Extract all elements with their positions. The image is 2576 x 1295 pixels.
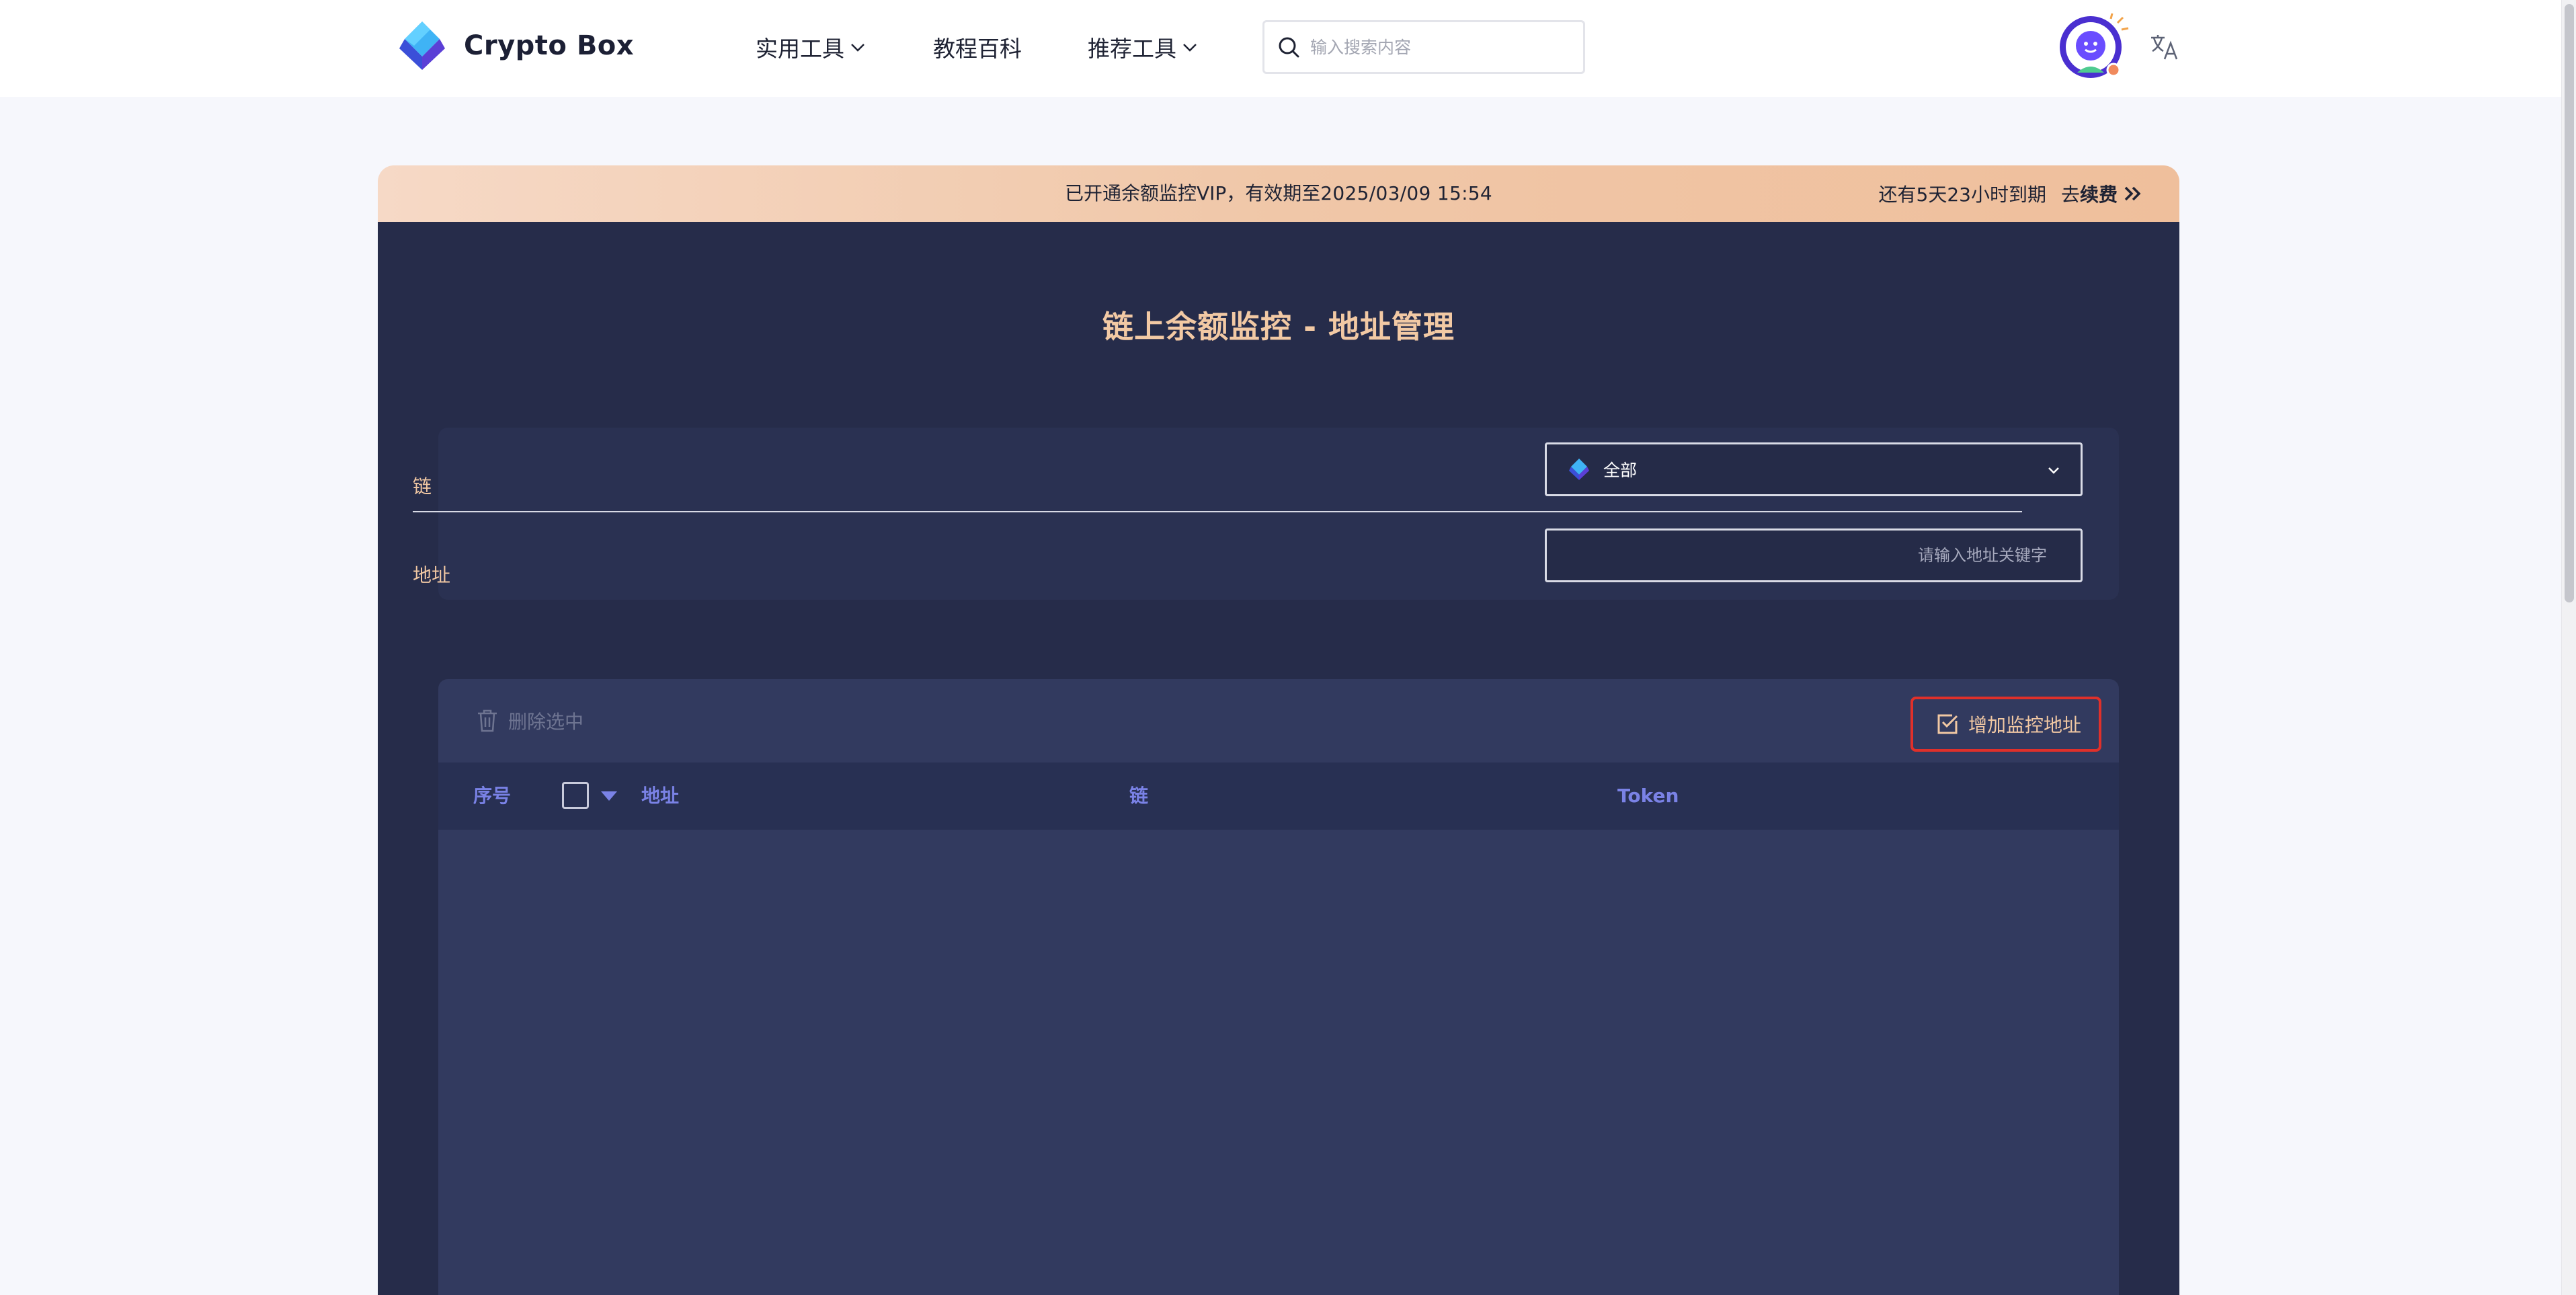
address-filter-field[interactable] (1545, 528, 2083, 582)
vip-status-text: 已开通余额监控VIP，有效期至 (1064, 182, 1321, 204)
address-filter-label: 地址 (413, 564, 451, 586)
nav-tutorials-label: 教程百科 (933, 36, 1022, 62)
scrollbar-thumb[interactable] (2565, 4, 2574, 602)
column-header-index: 序号 (473, 785, 512, 807)
chevron-down-icon (1183, 44, 1197, 52)
column-header-token: Token (1617, 785, 1679, 807)
filter-divider (413, 511, 2022, 512)
add-monitor-address-label: 增加监控地址 (1968, 714, 2081, 736)
table-header: 序号 地址 链 Token (438, 762, 2119, 830)
table-body (438, 830, 2119, 1295)
vip-renew-area: 还有5天23小时到期 去续费 (1879, 165, 2144, 222)
search-input[interactable] (1310, 37, 1566, 57)
nav-practical-tools-label: 实用工具 (756, 36, 844, 62)
chain-filter-label: 链 (413, 475, 432, 498)
chain-select-value: 全部 (1603, 461, 1638, 480)
table-toolbar: 删除选中 增加监控地址 (438, 679, 2119, 762)
renew-prefix: 去 (2060, 184, 2080, 206)
select-all-checkbox[interactable] (562, 782, 589, 809)
nav-recommended-tools[interactable]: 推荐工具 (1088, 30, 1199, 65)
logo[interactable]: Crypto Box (395, 19, 634, 73)
address-table-card: 删除选中 增加监控地址 序号 地址 链 Token (438, 679, 2119, 1295)
column-header-address: 地址 (641, 785, 680, 807)
edit-square-icon (1937, 714, 1958, 734)
nav-tutorials[interactable]: 教程百科 (933, 30, 1022, 65)
page-title: 链上余额监控 - 地址管理 (1102, 309, 1455, 345)
vip-remaining-time: 还有5天23小时到期 (1878, 184, 2046, 206)
translate-icon[interactable] (2148, 31, 2181, 63)
column-header-chain: 链 (1129, 785, 1149, 807)
vip-expiry-date: 2025/03/09 15:54 (1320, 182, 1493, 204)
chevron-down-icon (2048, 467, 2059, 474)
all-chains-icon (1569, 459, 1589, 480)
main-panel: 链上余额监控 - 地址管理 链 全部 地址 删除选中 (378, 222, 2179, 1295)
crypto-box-logo-icon (399, 22, 445, 70)
search-box[interactable] (1262, 20, 1585, 74)
renew-link[interactable]: 去续费 (2061, 180, 2144, 207)
chevron-down-icon (851, 44, 864, 52)
chain-select[interactable]: 全部 (1545, 442, 2083, 496)
double-chevron-right-icon (2124, 186, 2141, 201)
delete-selected-button[interactable]: 删除选中 (476, 707, 583, 734)
avatar-icon[interactable] (2057, 13, 2131, 81)
renew-label: 续费 (2079, 184, 2118, 206)
add-monitor-address-button[interactable]: 增加监控地址 (1910, 697, 2101, 752)
top-navigation: Crypto Box 实用工具 教程百科 推荐工具 (0, 0, 2561, 97)
logo-text: Crypto Box (464, 30, 635, 61)
page-scrollbar[interactable] (2561, 0, 2576, 1295)
vip-banner: 已开通余额监控VIP，有效期至2025/03/09 15:54 还有5天23小时… (378, 165, 2179, 222)
address-keyword-input[interactable] (1547, 531, 2081, 580)
search-icon (1279, 37, 1299, 58)
caret-down-icon[interactable] (600, 789, 618, 803)
nav-recommended-tools-label: 推荐工具 (1088, 36, 1176, 62)
trash-icon (478, 709, 497, 732)
delete-selected-label: 删除选中 (508, 711, 584, 733)
nav-practical-tools[interactable]: 实用工具 (756, 30, 867, 65)
